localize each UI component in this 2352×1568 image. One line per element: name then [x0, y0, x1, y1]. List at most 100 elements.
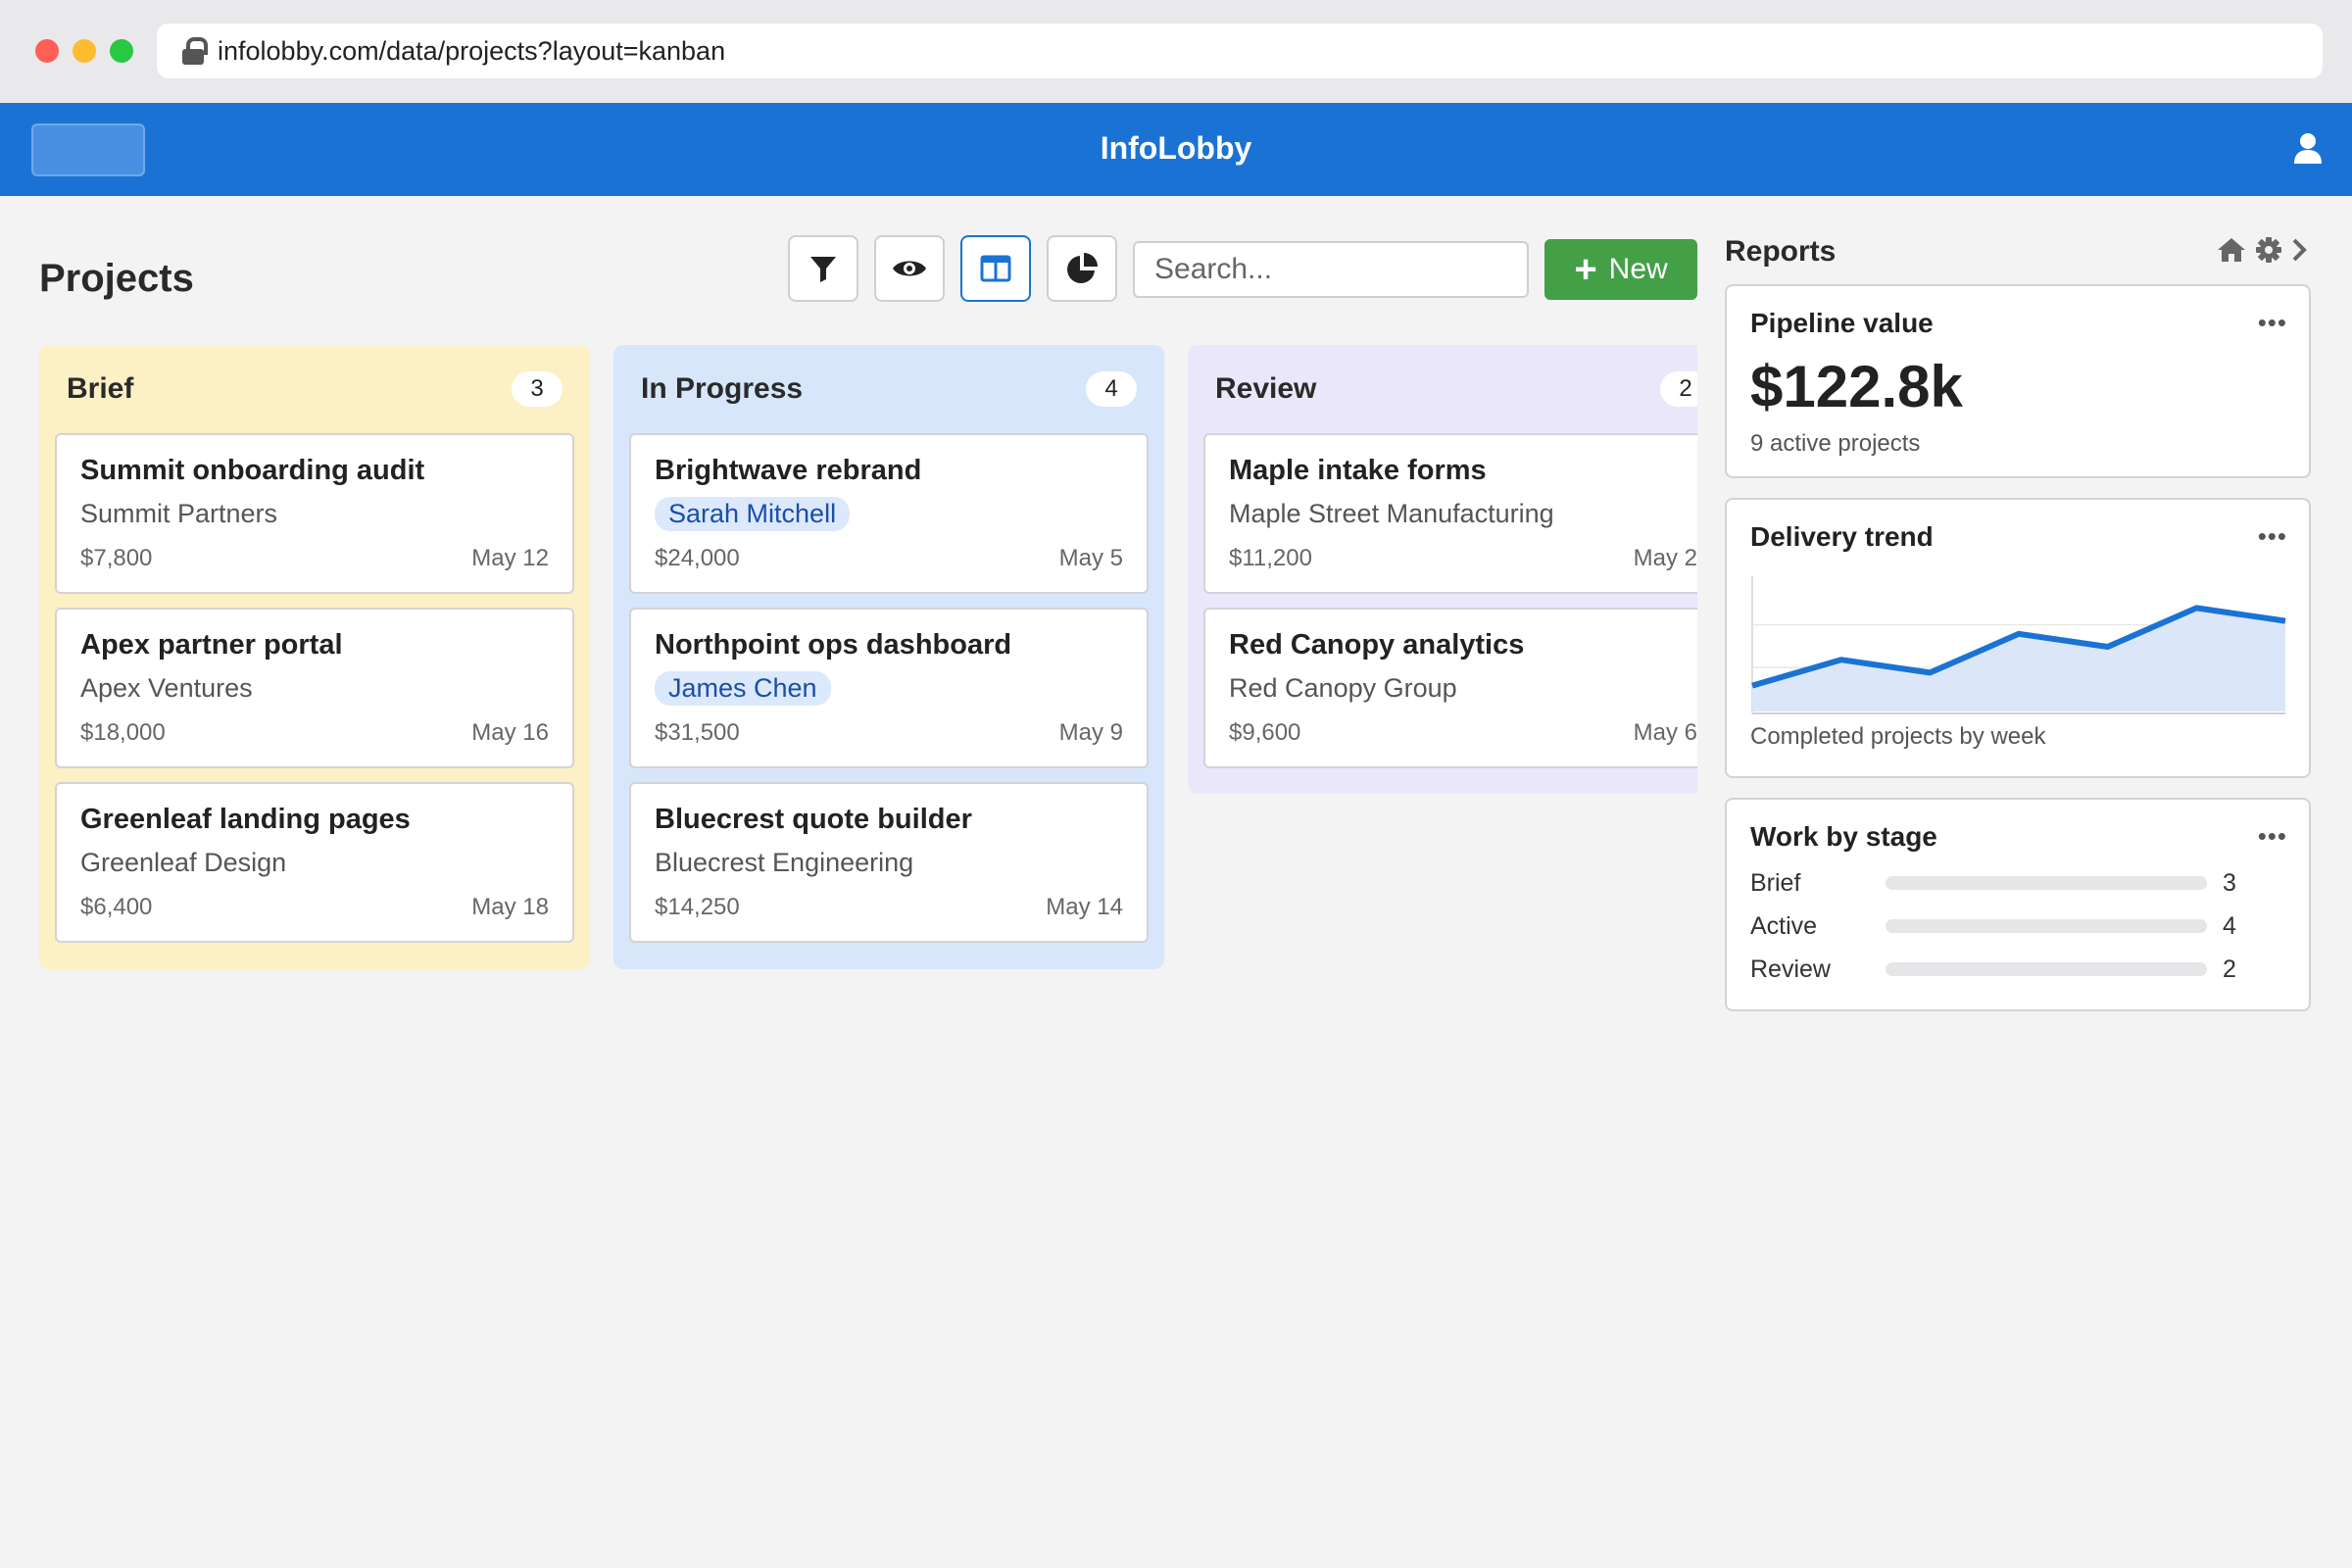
stage-count: 2	[2223, 955, 2236, 983]
gear-icon[interactable]	[2256, 237, 2281, 263]
card-date: May 16	[471, 719, 549, 746]
reports-title: Reports	[1725, 235, 1837, 268]
lock-icon	[182, 37, 208, 65]
card-title: Maple intake forms	[1229, 455, 1487, 486]
url-text: infolobby.com/data/projects?layout=kanba…	[218, 35, 726, 66]
card-amount: $24,000	[655, 545, 740, 571]
project-card[interactable]: Apex partner portal Apex Ventures $18,00…	[55, 608, 574, 768]
pipeline-value: $122.8k	[1750, 354, 1963, 419]
card-amount: $31,500	[655, 719, 740, 746]
column-in-progress: In Progress 4 Brightwave rebrand Sarah M…	[613, 345, 1164, 969]
card-title: Greenleaf landing pages	[80, 804, 411, 835]
new-button-label: New	[1608, 253, 1668, 285]
minimize-window-button[interactable]	[73, 39, 96, 63]
kanban-board: Brief 3 Summit onboarding audit Summit P…	[39, 345, 1697, 1031]
delivery-trend-chart	[1751, 576, 2286, 714]
card-title: Brightwave rebrand	[655, 455, 922, 486]
stage-label: Review	[1750, 955, 1831, 983]
visibility-button[interactable]	[874, 235, 945, 302]
browser-chrome: infolobby.com/data/projects?layout=kanba…	[0, 0, 2352, 103]
column-title: Review	[1215, 372, 1317, 405]
chart-view-button[interactable]	[1047, 235, 1117, 302]
more-options-icon[interactable]: •••	[2258, 521, 2287, 552]
plus-icon: +	[1574, 248, 1597, 291]
card-amount: $11,200	[1229, 545, 1312, 571]
card-client: Maple Street Manufacturing	[1229, 499, 1554, 528]
stage-count: 3	[2223, 868, 2236, 897]
app-header: InfoLobby	[0, 103, 2352, 196]
project-card[interactable]: Northpoint ops dashboard James Chen $31,…	[629, 608, 1149, 768]
trend-subtitle: Completed projects by week	[1750, 723, 2046, 750]
project-card[interactable]: Red Canopy analytics Red Canopy Group $9…	[1203, 608, 1697, 768]
more-options-icon[interactable]: •••	[2258, 821, 2287, 852]
card-title: Summit onboarding audit	[80, 455, 425, 486]
stage-bar	[1886, 919, 2207, 933]
card-date: May 5	[1058, 545, 1123, 571]
widget-title: Work by stage	[1750, 821, 1937, 852]
more-options-icon[interactable]: •••	[2258, 308, 2287, 338]
column-title: Brief	[67, 372, 134, 405]
card-client: Red Canopy Group	[1229, 673, 1457, 703]
card-client: Bluecrest Engineering	[655, 848, 914, 877]
widget-title: Delivery trend	[1750, 521, 1934, 552]
kanban-layout-icon	[980, 255, 1011, 282]
column-count-badge: 4	[1086, 371, 1137, 407]
column-brief: Brief 3 Summit onboarding audit Summit P…	[39, 345, 590, 969]
assignee-chip[interactable]: James Chen	[655, 671, 831, 706]
work-by-stage-widget[interactable]: Work by stage ••• Brief 3 Active 4 Revie…	[1725, 798, 2311, 1011]
card-amount: $7,800	[80, 545, 153, 571]
project-card[interactable]: Greenleaf landing pages Greenleaf Design…	[55, 782, 574, 943]
reports-toolbar	[2217, 237, 2307, 263]
filter-icon	[810, 257, 836, 282]
stage-label: Brief	[1750, 868, 1801, 897]
project-card[interactable]: Maple intake forms Maple Street Manufact…	[1203, 433, 1697, 594]
card-amount: $9,600	[1229, 719, 1301, 746]
stage-bar	[1886, 876, 2207, 890]
stage-row: Active 4	[1750, 911, 2289, 941]
card-amount: $6,400	[80, 894, 153, 920]
eye-icon	[893, 261, 926, 276]
card-client: Greenleaf Design	[80, 848, 287, 877]
project-card[interactable]: Bluecrest quote builder Bluecrest Engine…	[629, 782, 1149, 943]
card-amount: $14,250	[655, 894, 740, 920]
widget-title: Pipeline value	[1750, 308, 1934, 338]
column-count-badge: 3	[512, 371, 563, 407]
column-title: In Progress	[641, 372, 804, 405]
address-bar[interactable]: infolobby.com/data/projects?layout=kanba…	[157, 24, 2323, 78]
chevron-right-icon[interactable]	[2291, 237, 2307, 263]
stage-row: Brief 3	[1750, 868, 2289, 898]
column-review: Review 2 Maple intake forms Maple Street…	[1188, 345, 1697, 794]
pie-chart-icon	[1067, 253, 1098, 283]
main-content: Projects + New Brief	[0, 196, 2352, 1568]
card-date: May 9	[1058, 719, 1123, 746]
stage-bar	[1886, 962, 2207, 976]
card-client: Summit Partners	[80, 499, 278, 528]
card-title: Bluecrest quote builder	[655, 804, 972, 835]
card-date: May 6	[1633, 719, 1697, 746]
card-amount: $18,000	[80, 719, 166, 746]
filter-button[interactable]	[788, 235, 858, 302]
card-title: Northpoint ops dashboard	[655, 629, 1012, 661]
kanban-view-button[interactable]	[960, 235, 1031, 302]
pipeline-subtitle: 9 active projects	[1750, 430, 1921, 457]
app-title: InfoLobby	[1100, 130, 1252, 166]
page-title: Projects	[39, 257, 194, 300]
home-icon[interactable]	[2217, 237, 2246, 263]
pipeline-widget[interactable]: Pipeline value ••• $122.8k 9 active proj…	[1725, 284, 2311, 478]
card-date: May 14	[1046, 894, 1123, 920]
card-title: Red Canopy analytics	[1229, 629, 1525, 661]
maximize-window-button[interactable]	[110, 39, 133, 63]
delivery-trend-widget[interactable]: Delivery trend ••• Completed projects by…	[1725, 498, 2311, 778]
close-window-button[interactable]	[35, 39, 59, 63]
search-input[interactable]	[1133, 241, 1529, 298]
card-date: May 12	[471, 545, 549, 571]
new-project-button[interactable]: + New	[1544, 239, 1697, 300]
user-icon[interactable]	[2293, 132, 2323, 164]
stage-label: Active	[1750, 911, 1818, 940]
project-card[interactable]: Brightwave rebrand Sarah Mitchell $24,00…	[629, 433, 1149, 594]
card-date: May 2	[1633, 545, 1697, 571]
card-client: Apex Ventures	[80, 673, 253, 703]
assignee-chip[interactable]: Sarah Mitchell	[655, 497, 851, 531]
card-title: Apex partner portal	[80, 629, 343, 661]
project-card[interactable]: Summit onboarding audit Summit Partners …	[55, 433, 574, 594]
